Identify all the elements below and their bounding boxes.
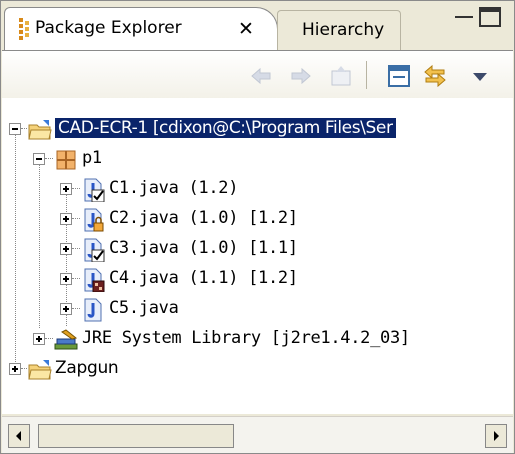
package-tree: CAD-ECR-1 [cdixon@C:\Program Files\Ser p… [2,98,513,414]
file-label: C4.java (1.1) [1.2] [109,268,298,288]
file-label: C2.java (1.0) [1.2] [109,208,298,228]
java-file-modified-icon [84,268,105,292]
file-label: C5.java [109,298,179,318]
project-label: Zapgun [55,358,119,378]
scroll-left-button[interactable] [8,424,30,448]
close-icon[interactable]: ✕ [238,18,254,40]
expand-toggle[interactable] [60,303,72,315]
minimize-icon[interactable] [455,16,473,18]
arrow-left-icon [16,431,21,441]
project-label: CAD-ECR-1 [cdixon@C:\Program Files\Ser [55,118,396,138]
tab-package-explorer-label: Package Explorer [35,18,182,38]
back-icon[interactable] [248,63,274,89]
scroll-thumb[interactable] [38,424,234,448]
tree-item-file[interactable]: C3.java (1.0) [1.1] [2,234,513,264]
tab-hierarchy[interactable]: Hierarchy [277,10,401,51]
collapse-all-icon[interactable] [386,63,412,89]
expand-toggle[interactable] [33,333,45,345]
tree-item-file[interactable]: C4.java (1.1) [1.2] [2,264,513,294]
tab-package-explorer[interactable]: Package Explorer ✕ [4,7,278,52]
library-label: JRE System Library [j2re1.4.2_03] [82,328,410,348]
view-tab-bar: Package Explorer ✕ Hierarchy [2,2,513,52]
expand-toggle[interactable] [60,273,72,285]
package-label: p1 [82,148,102,168]
expand-toggle[interactable] [60,243,72,255]
java-file-checked-in-icon [84,238,105,262]
collapse-toggle[interactable] [9,123,21,135]
maximize-icon[interactable] [478,6,502,28]
forward-icon[interactable] [288,63,314,89]
up-icon[interactable] [328,63,354,89]
tree-item-file[interactable]: C5.java [2,294,513,324]
java-file-locked-icon [84,208,104,232]
java-file-checked-in-icon [84,178,105,202]
tree-item-project[interactable]: CAD-ECR-1 [cdixon@C:\Program Files\Ser [2,114,513,144]
package-explorer-view: Package Explorer ✕ Hierarchy CAD-ECR-1 [… [0,0,515,454]
horizontal-scrollbar[interactable] [2,416,513,453]
tree-item-file[interactable]: C1.java (1.2) [2,174,513,204]
tree-item-library[interactable]: JRE System Library [j2re1.4.2_03] [2,324,513,354]
view-toolbar [2,50,513,99]
tab-hierarchy-label: Hierarchy [302,20,385,40]
expand-toggle[interactable] [60,183,72,195]
collapse-toggle[interactable] [33,153,45,165]
tree-item-project[interactable]: Zapgun [2,354,513,384]
arrow-right-icon [494,431,499,441]
toolbar-separator [366,61,367,89]
project-folder-icon [28,120,52,140]
expand-toggle[interactable] [9,363,21,375]
tree-item-file[interactable]: C2.java (1.0) [1.2] [2,204,513,234]
java-file-icon [84,298,102,322]
file-label: C3.java (1.0) [1.1] [109,238,298,258]
tree-item-package[interactable]: p1 [2,144,513,174]
view-menu-icon[interactable] [470,63,490,89]
package-explorer-icon [19,18,29,40]
link-with-editor-icon[interactable] [422,63,448,89]
package-icon [56,150,76,170]
file-label: C1.java (1.2) [109,178,239,198]
library-icon [54,329,78,350]
expand-toggle[interactable] [60,213,72,225]
scroll-right-button[interactable] [485,424,507,448]
project-folder-icon [28,360,52,380]
